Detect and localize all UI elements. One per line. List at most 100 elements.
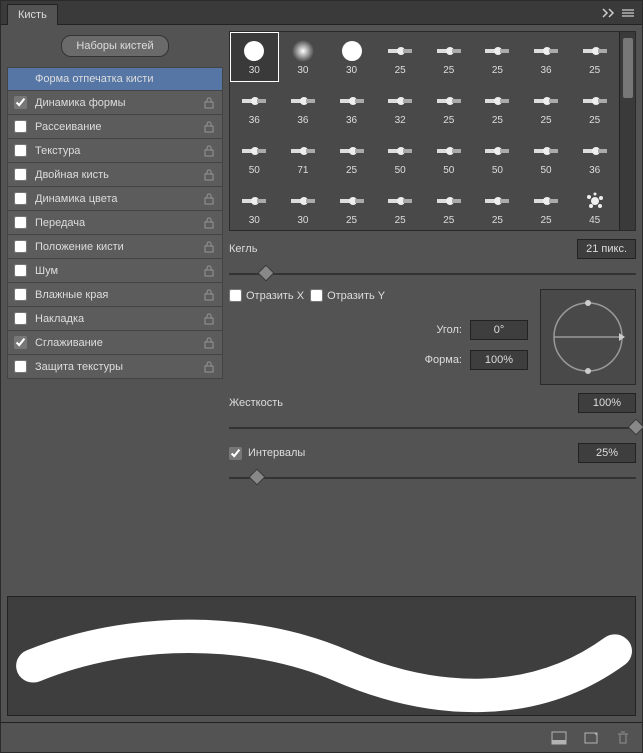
- lock-icon[interactable]: [204, 313, 216, 325]
- sidebar-item-8[interactable]: Шум: [7, 259, 223, 283]
- sidebar-item-checkbox[interactable]: [14, 240, 27, 253]
- brush-preset[interactable]: 25: [425, 82, 474, 132]
- sidebar-item-checkbox[interactable]: [14, 96, 27, 109]
- sidebar-item-4[interactable]: Двойная кисть: [7, 163, 223, 187]
- lock-icon[interactable]: [204, 97, 216, 109]
- brush-preset[interactable]: 25: [425, 32, 474, 82]
- toggle-preview-icon[interactable]: [550, 729, 568, 747]
- brush-preset[interactable]: 25: [376, 182, 425, 230]
- angle-dial[interactable]: [540, 289, 636, 385]
- panel-tab-brush[interactable]: Кисть: [7, 4, 58, 25]
- lock-icon[interactable]: [204, 289, 216, 301]
- brush-preset[interactable]: 25: [473, 182, 522, 230]
- brush-preset[interactable]: 25: [522, 182, 571, 230]
- roundness-value[interactable]: 100%: [470, 350, 528, 370]
- brush-preset[interactable]: 25: [570, 82, 619, 132]
- brush-preset[interactable]: 45: [570, 182, 619, 230]
- sidebar-item-checkbox[interactable]: [14, 312, 27, 325]
- sidebar-item-checkbox[interactable]: [14, 288, 27, 301]
- spacing-slider[interactable]: [229, 471, 636, 485]
- lock-icon[interactable]: [204, 337, 216, 349]
- new-brush-icon[interactable]: [582, 729, 600, 747]
- brush-tip-icon: [583, 89, 607, 113]
- spacing-value[interactable]: 25%: [578, 443, 636, 463]
- brush-preset[interactable]: 25: [473, 32, 522, 82]
- brush-size-label: 25: [589, 65, 600, 76]
- flip-y-checkbox[interactable]: Отразить Y: [310, 289, 385, 302]
- sidebar-item-10[interactable]: Накладка: [7, 307, 223, 331]
- sidebar-item-0[interactable]: Форма отпечатка кисти: [7, 67, 223, 91]
- brush-preset[interactable]: 25: [473, 82, 522, 132]
- lock-icon[interactable]: [204, 121, 216, 133]
- sidebar-item-12[interactable]: Защита текстуры: [7, 355, 223, 379]
- lock-icon[interactable]: [204, 193, 216, 205]
- hardness-slider[interactable]: [229, 421, 636, 435]
- brush-preset[interactable]: 30: [230, 32, 279, 82]
- brush-preset[interactable]: 36: [570, 132, 619, 182]
- sidebar-item-checkbox[interactable]: [14, 336, 27, 349]
- lock-icon[interactable]: [204, 169, 216, 181]
- sidebar-item-checkbox[interactable]: [14, 192, 27, 205]
- brush-preset[interactable]: 50: [522, 132, 571, 182]
- trash-icon[interactable]: [614, 729, 632, 747]
- brush-preset[interactable]: 30: [279, 182, 328, 230]
- spacing-checkbox[interactable]: Интервалы: [229, 447, 305, 460]
- size-slider[interactable]: [229, 267, 636, 281]
- sidebar-item-9[interactable]: Влажные края: [7, 283, 223, 307]
- flip-x-checkbox[interactable]: Отразить X: [229, 289, 304, 302]
- brush-preset[interactable]: 36: [522, 32, 571, 82]
- brush-stroke-preview: [7, 596, 636, 716]
- brush-preset[interactable]: 25: [376, 32, 425, 82]
- sidebar-item-checkbox[interactable]: [14, 168, 27, 181]
- sidebar-item-7[interactable]: Положение кисти: [7, 235, 223, 259]
- brush-preset[interactable]: 25: [327, 182, 376, 230]
- brush-tip-icon: [340, 89, 364, 113]
- lock-icon[interactable]: [204, 217, 216, 229]
- sidebar-item-1[interactable]: Динамика формы: [7, 91, 223, 115]
- brush-preset[interactable]: 25: [570, 32, 619, 82]
- angle-value[interactable]: 0°: [470, 320, 528, 340]
- brush-preset[interactable]: 50: [230, 132, 279, 182]
- size-value[interactable]: 21 пикс.: [577, 239, 636, 259]
- brush-preset[interactable]: 30: [327, 32, 376, 82]
- brush-preset[interactable]: 50: [473, 132, 522, 182]
- brush-tip-icon: [437, 89, 461, 113]
- sidebar-item-label: Динамика цвета: [35, 193, 204, 205]
- hardness-value[interactable]: 100%: [578, 393, 636, 413]
- brush-preset[interactable]: 30: [230, 182, 279, 230]
- brush-preset[interactable]: 71: [279, 132, 328, 182]
- sidebar-item-3[interactable]: Текстура: [7, 139, 223, 163]
- brush-picker-scrollbar[interactable]: [619, 32, 635, 230]
- sidebar-item-5[interactable]: Динамика цвета: [7, 187, 223, 211]
- brush-preset[interactable]: 25: [522, 82, 571, 132]
- brush-size-label: 25: [443, 65, 454, 76]
- sidebar-item-label: Шум: [35, 265, 204, 277]
- brush-preset[interactable]: 50: [376, 132, 425, 182]
- lock-icon[interactable]: [204, 241, 216, 253]
- brush-size-label: 50: [443, 165, 454, 176]
- brush-preset[interactable]: 36: [327, 82, 376, 132]
- panel-menu-icon[interactable]: [620, 5, 636, 21]
- brush-preset[interactable]: 36: [279, 82, 328, 132]
- sidebar-item-checkbox[interactable]: [14, 360, 27, 373]
- lock-icon[interactable]: [204, 361, 216, 373]
- collapse-icon[interactable]: [600, 5, 616, 21]
- brush-preset[interactable]: 25: [327, 132, 376, 182]
- brush-size-label: 25: [346, 165, 357, 176]
- lock-icon[interactable]: [204, 265, 216, 277]
- lock-icon[interactable]: [204, 145, 216, 157]
- brush-presets-button[interactable]: Наборы кистей: [61, 35, 168, 57]
- sidebar-item-checkbox[interactable]: [14, 216, 27, 229]
- sidebar-item-2[interactable]: Рассеивание: [7, 115, 223, 139]
- brush-preset[interactable]: 50: [425, 132, 474, 182]
- brush-preset[interactable]: 30: [279, 32, 328, 82]
- sidebar-item-6[interactable]: Передача: [7, 211, 223, 235]
- sidebar-item-checkbox[interactable]: [14, 120, 27, 133]
- sidebar-item-checkbox[interactable]: [14, 144, 27, 157]
- brush-preset[interactable]: 25: [425, 182, 474, 230]
- sidebar-item-11[interactable]: Сглаживание: [7, 331, 223, 355]
- brush-preset[interactable]: 32: [376, 82, 425, 132]
- brush-preset[interactable]: 36: [230, 82, 279, 132]
- sidebar-item-checkbox[interactable]: [14, 264, 27, 277]
- brush-size-label: 25: [443, 215, 454, 226]
